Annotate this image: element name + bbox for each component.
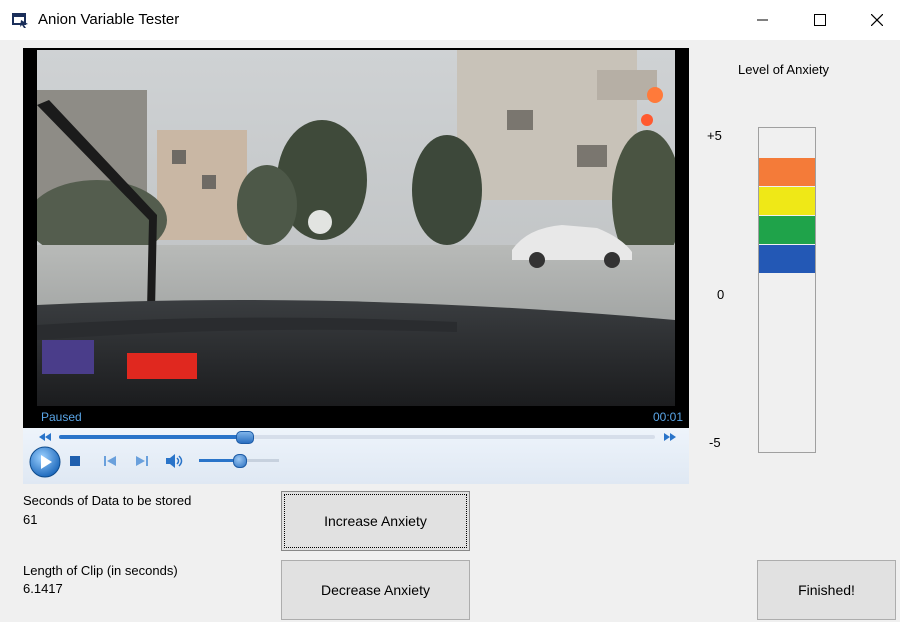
minimize-icon [757,19,768,21]
minimize-button[interactable] [740,0,786,40]
meter-segment [759,158,815,186]
fast-forward-icon[interactable] [663,431,677,443]
meter-segment [759,245,815,273]
maximize-button[interactable] [797,0,843,40]
next-icon[interactable] [135,455,149,467]
seconds-label: Seconds of Data to be stored [23,493,192,508]
maximize-icon [814,14,826,26]
meter-tick-bottom: -5 [709,435,721,450]
meter-tick-top: +5 [707,128,722,143]
anxiety-meter [758,127,816,453]
playback-time: 00:01 [652,410,683,424]
video-frame[interactable] [37,50,675,406]
play-button[interactable] [29,446,61,478]
volume-icon[interactable] [165,453,185,469]
rewind-icon[interactable] [38,431,52,443]
close-button[interactable] [854,0,900,40]
seek-progress [59,435,244,439]
playback-status: Paused [41,410,82,424]
seek-bar[interactable] [59,431,655,444]
seek-thumb[interactable] [235,431,254,444]
player-status-bar: Paused 00:01 [23,406,689,428]
meter-title: Level of Anxiety [738,62,830,77]
increase-anxiety-button[interactable]: Increase Anxiety [281,491,470,551]
finished-button[interactable]: Finished! [757,560,896,620]
clip-length-value: 6.1417 [23,581,63,596]
meter-segment [759,187,815,215]
volume-thumb[interactable] [233,454,247,468]
meter-segment [759,216,815,244]
close-icon [871,14,883,26]
title-bar: Anion Variable Tester [0,0,900,40]
stop-icon[interactable] [69,455,81,467]
clip-length-label: Length of Clip (in seconds) [23,563,178,578]
volume-slider[interactable] [199,454,279,468]
decrease-anxiety-button[interactable]: Decrease Anxiety [281,560,470,620]
play-icon [29,446,61,478]
previous-icon[interactable] [103,455,117,467]
meter-tick-middle: 0 [717,287,725,302]
seconds-value: 61 [23,512,38,527]
app-window-icon[interactable] [12,12,30,28]
player-controls [23,428,689,484]
window-title: Anion Variable Tester [38,11,180,28]
media-player: Paused 00:01 [23,48,689,484]
